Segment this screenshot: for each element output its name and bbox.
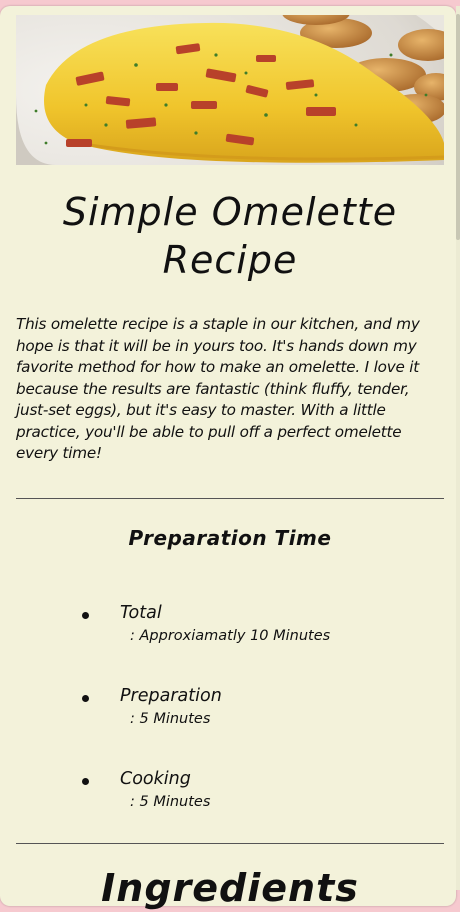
recipe-title: Simple Omelette Recipe: [62, 190, 398, 282]
bullet-icon: [82, 612, 89, 619]
time-value: : 5 Minutes: [130, 794, 211, 810]
list-item-total: Total : Approxiamatly 10 Minutes: [0, 601, 440, 645]
divider: [16, 498, 444, 499]
omelette-photo: [16, 15, 444, 165]
preparation-time-heading: Preparation Time: [128, 526, 332, 550]
bullet-icon: [82, 695, 89, 702]
time-label: Cooking: [120, 769, 191, 789]
time-value: : 5 Minutes: [130, 711, 211, 727]
divider: [16, 843, 444, 844]
list-item-cooking: Cooking : 5 Minutes: [0, 767, 440, 811]
time-label: Total: [120, 603, 162, 623]
bullet-icon: [82, 778, 89, 785]
scrollbar-thumb[interactable]: [456, 14, 460, 240]
time-value: : Approxiamatly 10 Minutes: [130, 628, 331, 644]
list-item-preparation: Preparation : 5 Minutes: [0, 684, 440, 728]
recipe-intro: This omelette recipe is a staple in our …: [16, 315, 420, 462]
ingredients-heading: Ingredients: [101, 866, 359, 910]
time-label: Preparation: [120, 686, 222, 706]
